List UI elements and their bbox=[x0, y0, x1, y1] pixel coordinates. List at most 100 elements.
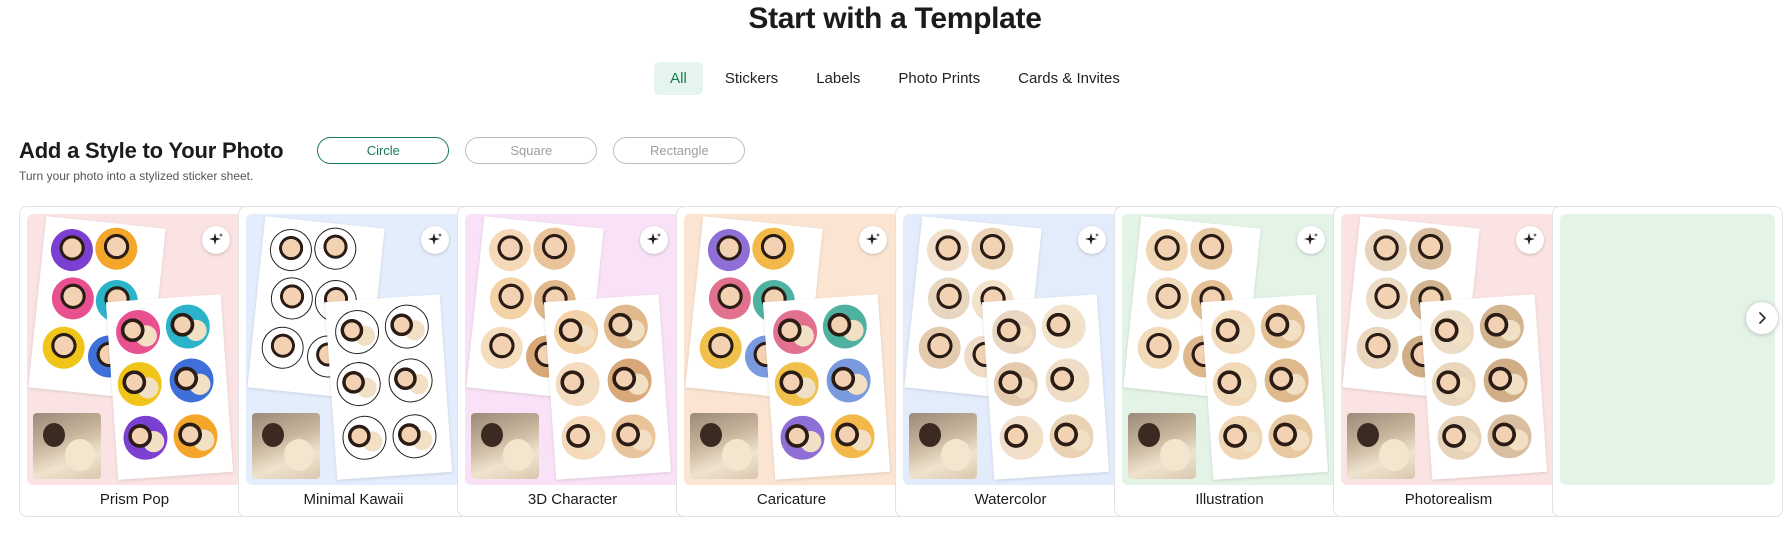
ai-style-badge[interactable] bbox=[859, 226, 887, 254]
sticker bbox=[333, 308, 381, 356]
sticker bbox=[486, 226, 533, 274]
photo-subject-dog bbox=[65, 439, 95, 471]
sticker bbox=[1135, 324, 1182, 371]
section-subtitle: Turn your photo into a stylized sticker … bbox=[19, 169, 254, 183]
sticker bbox=[1144, 275, 1191, 322]
ai-style-badge[interactable] bbox=[202, 226, 230, 254]
sticker bbox=[1259, 303, 1307, 351]
template-preview bbox=[1560, 214, 1775, 485]
sticker bbox=[697, 324, 744, 371]
sticker bbox=[49, 275, 96, 322]
template-card-illustration[interactable]: Illustration bbox=[1114, 206, 1345, 517]
sticker bbox=[1267, 412, 1314, 460]
ai-style-badge[interactable] bbox=[1078, 226, 1106, 254]
chevron-right-icon bbox=[1759, 312, 1766, 324]
template-preview bbox=[1122, 214, 1337, 485]
sticker bbox=[992, 360, 1040, 408]
photo-subject-dog bbox=[1160, 439, 1190, 471]
sticker bbox=[969, 225, 1016, 272]
sticker bbox=[779, 414, 826, 462]
template-card-label: 3D Character bbox=[527, 491, 618, 508]
shape-filter-circle[interactable]: Circle bbox=[317, 137, 450, 164]
page-title: Start with a Template bbox=[748, 2, 1042, 35]
sticker bbox=[172, 412, 219, 460]
photo-subject-girl bbox=[481, 423, 503, 447]
sticker bbox=[122, 414, 169, 462]
sticker bbox=[48, 226, 95, 274]
carousel-next-button[interactable] bbox=[1745, 301, 1779, 335]
sticker bbox=[93, 225, 140, 272]
shape-filter-rectangle[interactable]: Rectangle bbox=[613, 137, 746, 164]
ai-style-badge[interactable] bbox=[1516, 226, 1544, 254]
template-card-photorealism[interactable]: Photorealism bbox=[1333, 206, 1564, 517]
template-preview bbox=[27, 214, 242, 485]
sticker bbox=[116, 360, 164, 408]
photo-subject-girl bbox=[262, 423, 284, 447]
sticker bbox=[925, 275, 972, 322]
sticker-sheet-front bbox=[543, 294, 672, 480]
sticker bbox=[1362, 226, 1409, 274]
ai-style-badge[interactable] bbox=[421, 226, 449, 254]
sparkle-icon bbox=[428, 233, 442, 245]
sticker bbox=[478, 324, 525, 371]
sticker bbox=[312, 225, 359, 272]
sparkle-icon bbox=[1304, 233, 1318, 245]
source-photo-thumbnail bbox=[1128, 413, 1196, 479]
sticker bbox=[267, 226, 314, 274]
sticker bbox=[1430, 360, 1478, 408]
sticker bbox=[705, 226, 752, 274]
sticker bbox=[387, 356, 435, 404]
sticker bbox=[1211, 360, 1259, 408]
section-header: Add a Style to Your Photo Circle Square … bbox=[19, 137, 746, 164]
sticker-sheet-front bbox=[105, 294, 234, 480]
sticker bbox=[531, 225, 578, 272]
sticker bbox=[1428, 308, 1476, 356]
sticker bbox=[1486, 412, 1533, 460]
template-card-minimal-kawaii[interactable]: Minimal Kawaii bbox=[238, 206, 469, 517]
sticker bbox=[1482, 356, 1530, 404]
template-card-caricature[interactable]: Caricature bbox=[676, 206, 907, 517]
sticker bbox=[114, 308, 162, 356]
tab-all[interactable]: All bbox=[654, 62, 703, 95]
template-card-label: Watercolor bbox=[974, 491, 1047, 508]
photo-subject-dog bbox=[1379, 439, 1409, 471]
tab-photo-prints[interactable]: Photo Prints bbox=[882, 62, 996, 95]
sticker bbox=[168, 356, 216, 404]
source-photo-thumbnail bbox=[1347, 413, 1415, 479]
sticker bbox=[1407, 225, 1454, 272]
photo-subject-dog bbox=[941, 439, 971, 471]
photo-subject-dog bbox=[284, 439, 314, 471]
template-card-label: Illustration bbox=[1195, 491, 1264, 508]
ai-style-badge[interactable] bbox=[640, 226, 668, 254]
template-card-prism-pop[interactable]: Prism Pop bbox=[19, 206, 250, 517]
tab-stickers[interactable]: Stickers bbox=[709, 62, 794, 95]
sticker bbox=[825, 356, 873, 404]
ai-style-badge[interactable] bbox=[1297, 226, 1325, 254]
sticker bbox=[1217, 414, 1264, 462]
sticker bbox=[268, 275, 315, 322]
sticker bbox=[821, 303, 869, 351]
sticker bbox=[610, 412, 657, 460]
photo-subject-girl bbox=[1357, 423, 1379, 447]
tab-labels[interactable]: Labels bbox=[800, 62, 876, 95]
sticker bbox=[829, 412, 876, 460]
sticker bbox=[1048, 412, 1095, 460]
sticker bbox=[1354, 324, 1401, 371]
photo-subject-girl bbox=[43, 423, 65, 447]
sticker bbox=[335, 360, 383, 408]
shape-filter-square[interactable]: Square bbox=[465, 137, 598, 164]
tab-cards-invites[interactable]: Cards & Invites bbox=[1002, 62, 1136, 95]
template-card-watercolor[interactable]: Watercolor bbox=[895, 206, 1126, 517]
sticker bbox=[998, 414, 1045, 462]
section-title: Add a Style to Your Photo bbox=[19, 137, 284, 163]
sticker bbox=[40, 324, 87, 371]
template-card-label: Photorealism bbox=[1404, 491, 1493, 508]
sticker bbox=[341, 414, 388, 462]
template-preview bbox=[903, 214, 1118, 485]
template-card-label: Caricature bbox=[756, 491, 827, 508]
template-card-3d-character[interactable]: 3D Character bbox=[457, 206, 688, 517]
sticker bbox=[773, 360, 821, 408]
template-card-partial[interactable] bbox=[1552, 206, 1783, 517]
sticker bbox=[1188, 225, 1235, 272]
sticker bbox=[554, 360, 602, 408]
